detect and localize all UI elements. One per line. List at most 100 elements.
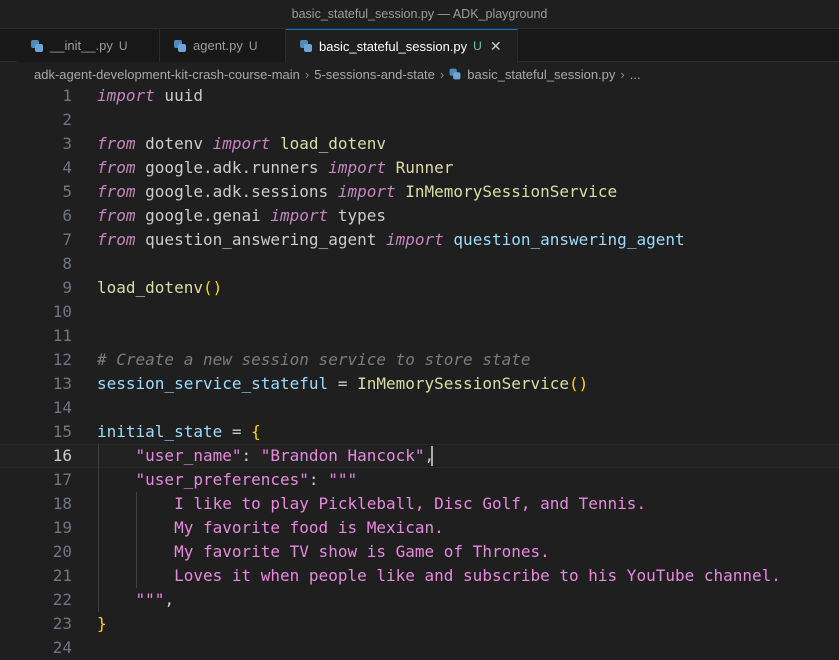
breadcrumb: adk-agent-development-kit-crash-course-m… [0, 62, 839, 86]
line-number: 5 [62, 182, 72, 201]
code-text: from google.adk.sessions import InMemory… [97, 180, 617, 204]
code-line[interactable]: 21 Loves it when people like and subscri… [0, 564, 839, 588]
line-number: 20 [52, 542, 72, 561]
code-line[interactable]: 19 My favorite food is Mexican. [0, 516, 839, 540]
python-file-icon [449, 68, 461, 80]
code-token: load_dotenv [97, 278, 203, 297]
code-token: "user_preferences" [135, 470, 309, 489]
code-token: : [308, 470, 329, 489]
chevron-right-icon: › [620, 66, 625, 82]
code-text: from question_answering_agent import que… [97, 228, 685, 252]
code-line[interactable]: 5 from google.adk.sessions import InMemor… [0, 180, 839, 204]
editor-tab-bar: __init__.py U agent.py U basic_stateful_… [0, 29, 839, 62]
breadcrumb-item-file[interactable]: basic_stateful_session.py [467, 67, 615, 82]
code-line[interactable]: 8 [0, 252, 839, 276]
code-token: import [337, 182, 396, 201]
code-line[interactable]: 20 My favorite TV show is Game of Throne… [0, 540, 839, 564]
line-number: 10 [52, 302, 72, 321]
code-text: # Create a new session service to store … [97, 348, 530, 372]
code-text: My favorite TV show is Game of Thrones. [97, 540, 550, 564]
breadcrumb-item-root-folder[interactable]: adk-agent-development-kit-crash-course-m… [34, 67, 300, 82]
code-line[interactable]: 3 from dotenv import load_dotenv [0, 132, 839, 156]
code-line[interactable]: 16 "user_name": "Brandon Hancock", [0, 444, 839, 468]
code-line[interactable]: 2 [0, 108, 839, 132]
line-number: 13 [52, 374, 72, 393]
code-text: import uuid [97, 84, 203, 108]
code-token: dotenv [135, 134, 213, 153]
code-token: session_service_stateful [97, 374, 329, 393]
code-line[interactable]: 1 import uuid [0, 84, 839, 108]
code-line[interactable]: 23} [0, 612, 839, 636]
tab-status-badge: U [473, 39, 482, 53]
code-text: """, [97, 588, 175, 612]
code-line[interactable]: 18 I like to play Pickleball, Disc Golf,… [0, 492, 839, 516]
tab-status-badge: U [118, 38, 128, 53]
python-file-icon [300, 40, 312, 52]
code-token: import [385, 230, 444, 249]
line-number: 2 [62, 110, 72, 129]
line-number: 18 [52, 494, 72, 513]
breadcrumb-item-folder[interactable]: 5-sessions-and-state [314, 67, 435, 82]
code-line[interactable]: 11 [0, 324, 839, 348]
window-title-bar: basic_stateful_session.py — ADK_playgrou… [0, 0, 839, 29]
code-line[interactable]: 13 session_service_stateful = InMemorySes… [0, 372, 839, 396]
code-token: My favorite food is Mexican. [97, 518, 444, 537]
code-line[interactable]: 15 initial_state = { [0, 420, 839, 444]
line-number: 17 [52, 470, 72, 489]
code-token: () [569, 374, 589, 393]
code-line[interactable]: 12 # Create a new session service to stor… [0, 348, 839, 372]
code-text: from google.adk.runners import Runner [97, 156, 453, 180]
code-editor[interactable]: 1 import uuid 2 3 from dotenv import load_do… [0, 84, 839, 657]
code-line[interactable]: 7 from question_answering_agent import qu… [0, 228, 839, 252]
code-line[interactable]: 17 "user_preferences": """ [0, 468, 839, 492]
code-token: "Brandon Hancock" [260, 446, 425, 465]
tab-label: basic_stateful_session.py [319, 38, 468, 54]
code-line[interactable]: 10 [0, 300, 839, 324]
tab-status-badge: U [248, 38, 258, 53]
code-text: from google.genai import types [97, 204, 386, 228]
code-token: import [212, 134, 271, 153]
code-token: { [251, 422, 261, 441]
code-line[interactable]: 24 [0, 636, 839, 660]
line-number: 14 [52, 398, 72, 417]
line-number: 1 [62, 86, 72, 105]
line-number: 4 [62, 158, 72, 177]
code-token: google.genai [135, 206, 271, 225]
tab-basic-stateful-session-py[interactable]: basic_stateful_session.py U ✕ [286, 29, 518, 62]
code-line[interactable]: 22 """, [0, 588, 839, 612]
close-icon[interactable]: ✕ [490, 38, 502, 55]
code-token: , [164, 590, 175, 609]
line-number: 22 [52, 590, 72, 609]
code-token: from [97, 230, 136, 249]
code-token: from [97, 158, 136, 177]
code-token: initial_state [97, 422, 223, 441]
chevron-right-icon: › [439, 66, 445, 82]
window-title: basic_stateful_session.py — ADK_playgrou… [291, 7, 548, 21]
line-number: 7 [62, 230, 72, 249]
line-number: 6 [62, 206, 72, 225]
code-line[interactable]: 6 from google.genai import types [0, 204, 839, 228]
tabbar-left-gutter [0, 29, 17, 61]
line-number: 16 [52, 446, 72, 465]
code-token: """ [97, 590, 165, 609]
breadcrumb-item-symbols[interactable]: ... [630, 67, 641, 82]
line-number: 9 [62, 278, 72, 297]
code-token: import [97, 86, 155, 105]
tab-agent-py[interactable]: agent.py U [160, 29, 286, 62]
code-line[interactable]: 4 from google.adk.runners import Runner [0, 156, 839, 180]
indent-guide [98, 444, 99, 612]
code-line[interactable]: 14 [0, 396, 839, 420]
line-number: 12 [52, 350, 72, 369]
code-text: My favorite food is Mexican. [97, 516, 444, 540]
code-token: types [328, 206, 386, 225]
code-token: from [97, 206, 136, 225]
code-line[interactable]: 9 load_dotenv() [0, 276, 839, 300]
tab-init-py[interactable]: __init__.py U [17, 29, 160, 62]
code-token: load_dotenv [280, 134, 386, 153]
code-text: I like to play Pickleball, Disc Golf, an… [97, 492, 646, 516]
code-token: } [97, 614, 107, 633]
code-text: Loves it when people like and subscribe … [97, 564, 781, 588]
